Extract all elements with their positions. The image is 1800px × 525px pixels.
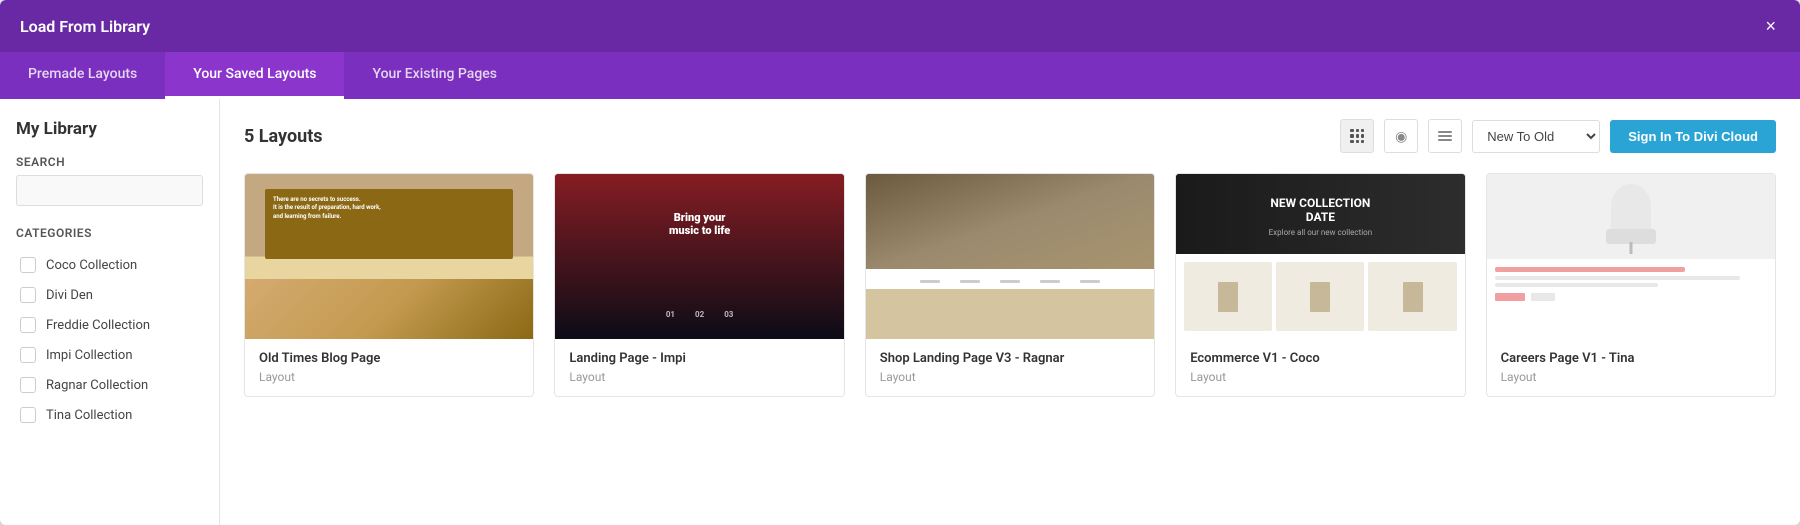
layout-info-2: Landing Page - Impi Layout [555,339,843,396]
freddie-checkbox[interactable] [20,317,36,333]
modal-header: Load From Library × [0,0,1800,52]
list-icon [1438,129,1452,143]
layouts-count: 5 Layouts [244,126,323,147]
impi-checkbox[interactable] [20,347,36,363]
layout-type-4: Layout [1190,370,1450,384]
close-button[interactable]: × [1761,13,1780,39]
layout-card-tina[interactable]: Careers Page V1 - Tina Layout [1486,173,1776,397]
layout-info-3: Shop Landing Page V3 - Ragnar Layout [866,339,1154,396]
layout-thumb-1: There are no secrets to success.It is th… [245,174,533,339]
sidebar-title: My Library [16,119,203,139]
tina-checkbox[interactable] [20,407,36,423]
ragnar-checkbox[interactable] [20,377,36,393]
modal-body: My Library Search Categories Coco Collec… [0,99,1800,525]
category-impi[interactable]: Impi Collection [16,340,203,370]
layouts-grid: There are no secrets to success.It is th… [244,173,1776,397]
search-label: Search [16,155,203,169]
coco-checkbox[interactable] [20,257,36,273]
tab-existing-pages[interactable]: Your Existing Pages [344,52,524,99]
layout-type-3: Layout [880,370,1140,384]
coco-label: Coco Collection [46,258,137,273]
layout-thumb-3 [866,174,1154,339]
tab-saved-layouts[interactable]: Your Saved Layouts [165,52,344,99]
dividen-checkbox[interactable] [20,287,36,303]
modal-title: Load From Library [20,17,150,36]
layout-card-coco[interactable]: New collection DATE Explore all our new … [1175,173,1465,397]
tab-bar: Premade Layouts Your Saved Layouts Your … [0,52,1800,99]
freddie-label: Freddie Collection [46,318,150,333]
category-tina[interactable]: Tina Collection [16,400,203,430]
sort-select[interactable]: New To Old Old To New A to Z Z to A [1472,120,1600,153]
category-ragnar[interactable]: Ragnar Collection [16,370,203,400]
layout-info-5: Careers Page V1 - Tina Layout [1487,339,1775,396]
layout-card-ragnar[interactable]: Shop Landing Page V3 - Ragnar Layout [865,173,1155,397]
layout-card-impi[interactable]: Bring yourmusic to life 01 02 03 Landing… [554,173,844,397]
layout-card-old-times[interactable]: There are no secrets to success.It is th… [244,173,534,397]
layout-type-2: Layout [569,370,829,384]
sidebar: My Library Search Categories Coco Collec… [0,99,220,525]
search-input[interactable] [16,175,203,206]
layout-name-4: Ecommerce V1 - Coco [1190,351,1450,366]
filter-icon: ◉ [1395,128,1407,145]
main-content: 5 Layouts [220,99,1800,525]
layout-name-3: Shop Landing Page V3 - Ragnar [880,351,1140,366]
tina-label: Tina Collection [46,408,132,423]
load-from-library-modal: Load From Library × Premade Layouts Your… [0,0,1800,525]
layout-thumb-5 [1487,174,1775,339]
tab-premade[interactable]: Premade Layouts [0,52,165,99]
category-dividen[interactable]: Divi Den [16,280,203,310]
layout-type-5: Layout [1501,370,1761,384]
layout-thumb-4: New collection DATE Explore all our new … [1176,174,1464,339]
layout-name-2: Landing Page - Impi [569,351,829,366]
dividen-label: Divi Den [46,288,93,303]
header-controls: ◉ New To Old Old To New A to Z Z to A [1340,119,1776,153]
divi-cloud-button[interactable]: Sign In To Divi Cloud [1610,120,1776,153]
layout-type-1: Layout [259,370,519,384]
grid-icon [1350,129,1364,143]
category-freddie[interactable]: Freddie Collection [16,310,203,340]
list-view-button[interactable] [1428,119,1462,153]
grid-view-button[interactable] [1340,119,1374,153]
categories-label: Categories [16,226,203,240]
filter-button[interactable]: ◉ [1384,119,1418,153]
category-coco[interactable]: Coco Collection [16,250,203,280]
layout-name-5: Careers Page V1 - Tina [1501,351,1761,366]
layout-thumb-2: Bring yourmusic to life 01 02 03 [555,174,843,339]
impi-label: Impi Collection [46,348,133,363]
ragnar-label: Ragnar Collection [46,378,148,393]
layout-info-4: Ecommerce V1 - Coco Layout [1176,339,1464,396]
layout-name-1: Old Times Blog Page [259,351,519,366]
layout-info-1: Old Times Blog Page Layout [245,339,533,396]
content-header: 5 Layouts [244,119,1776,153]
